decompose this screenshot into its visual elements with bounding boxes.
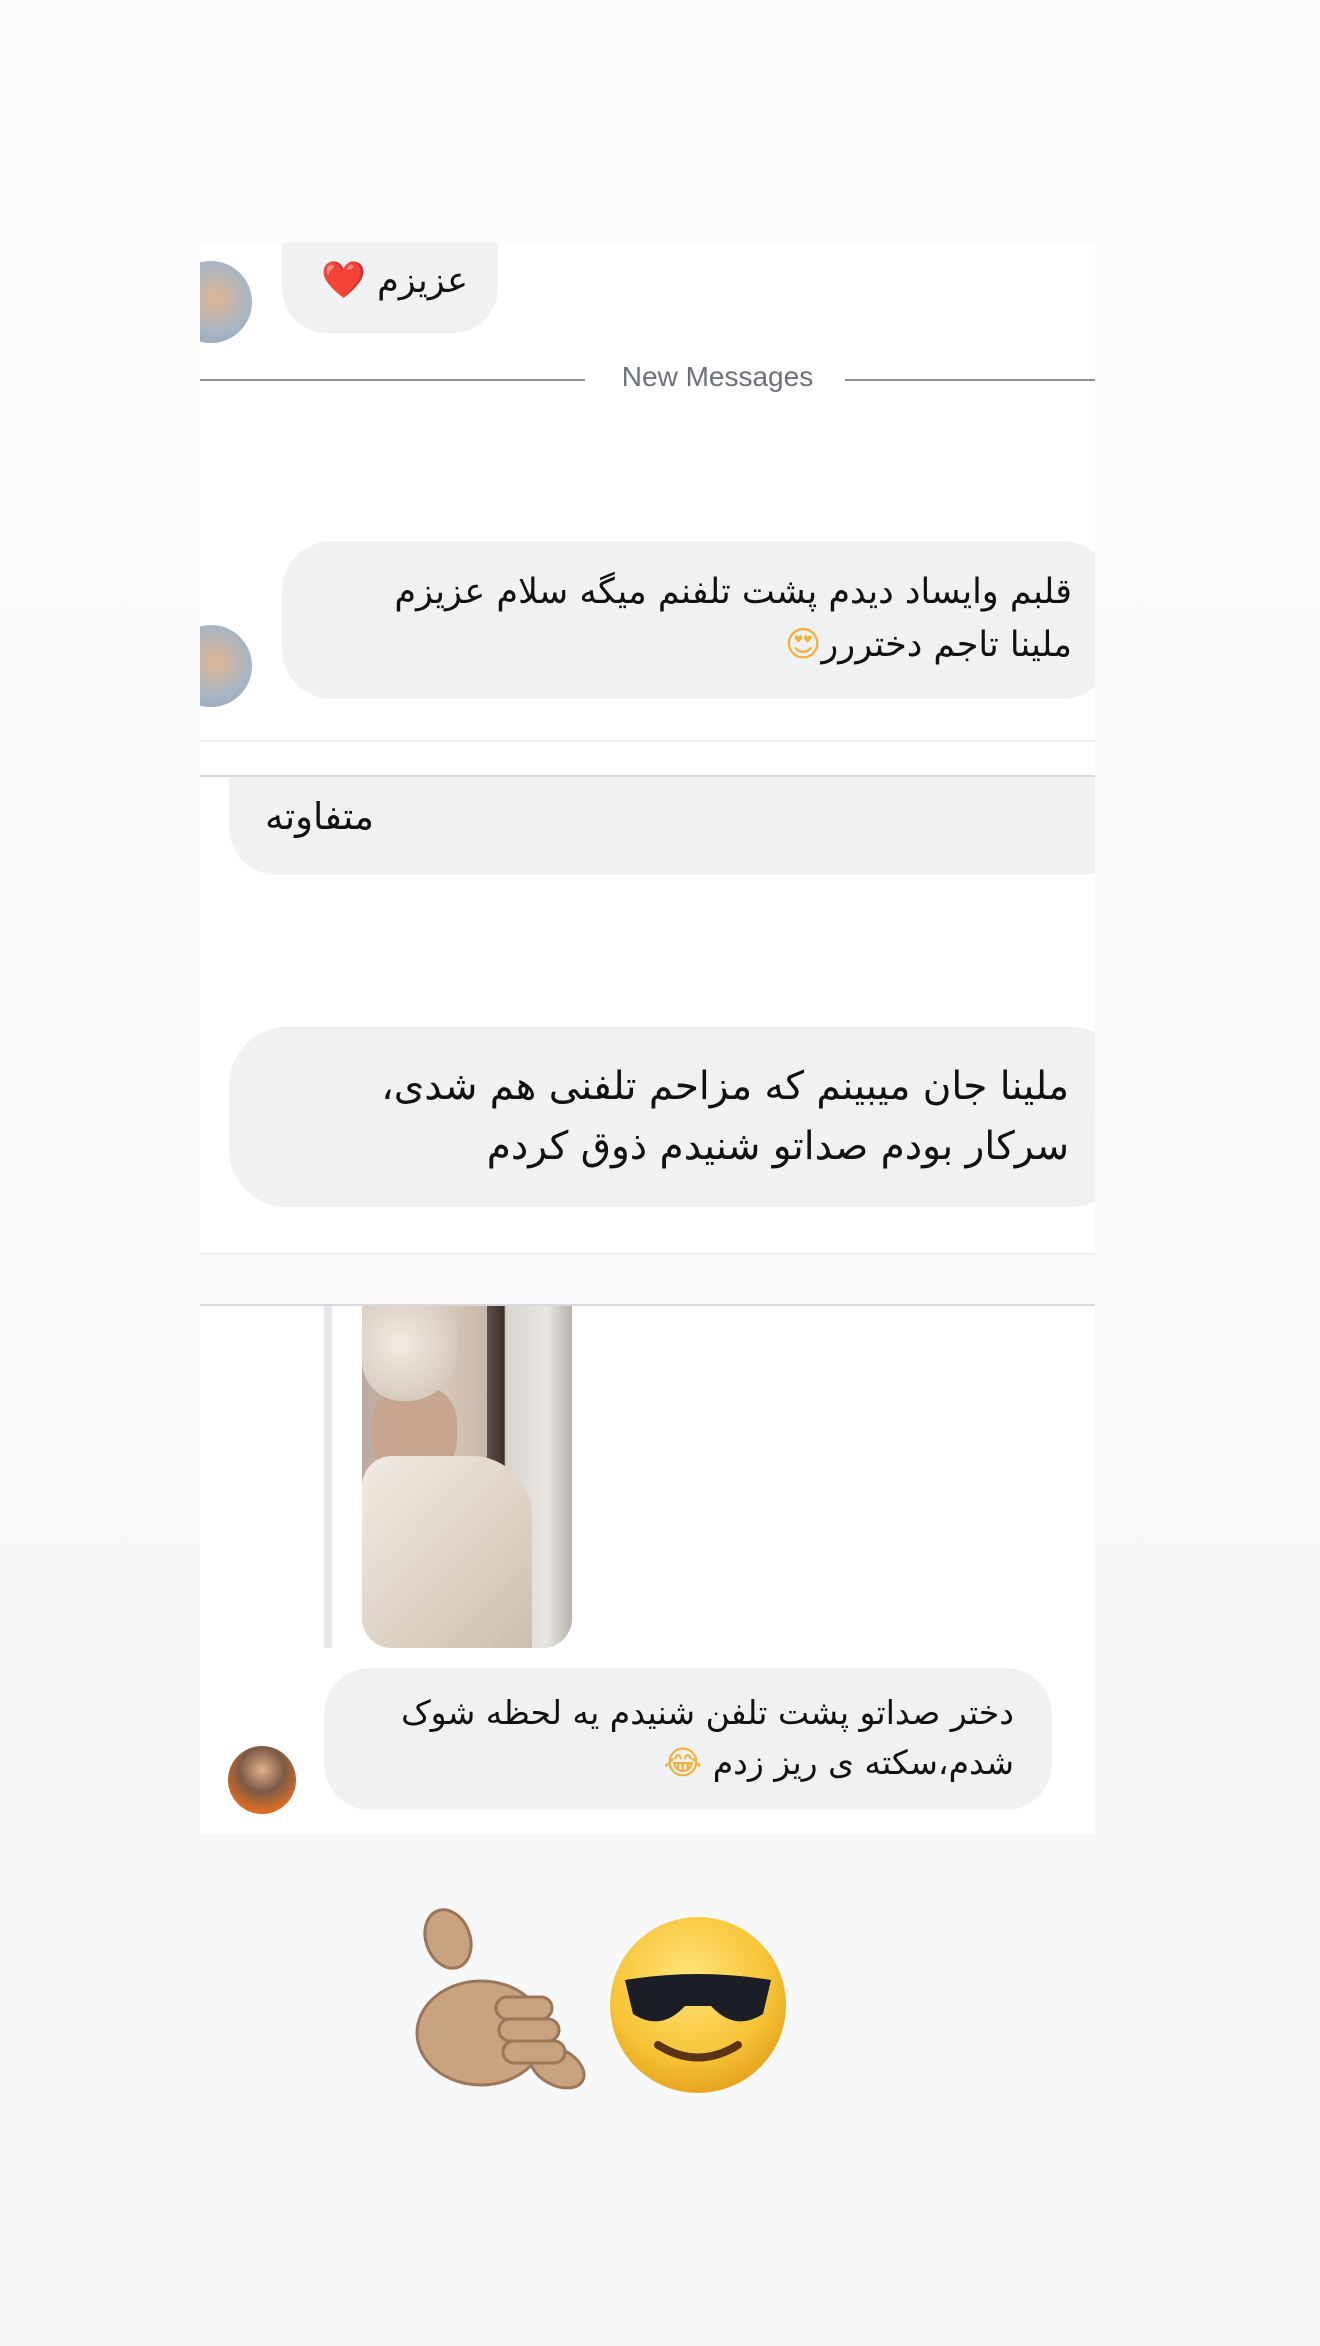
contact-avatar [228,1746,296,1814]
message-line-2: ملینا تاجم دختررر😍 [312,619,1072,672]
chat-screenshot-3: دختر صداتو پشت تلفن شنیدم یه لحظه شوک شد… [200,1304,1095,1834]
message-text: متفاوته [265,795,374,838]
divider-line-right [845,379,1095,381]
chat-screenshot-2: متفاوته ملینا جان میبینم که مزاحم تلفنی … [200,775,1095,1255]
message-line-2: سرکار بودم صداتو شنیدم ذوق کردم [486,1124,1069,1169]
heart-eyes-icon: 😍 [784,625,822,665]
shared-video-thumbnail[interactable] [362,1306,572,1648]
message-line-1: دختر صداتو پشت تلفن شنیدم یه لحظه شوک [401,1693,1014,1732]
call-me-hand-icon [415,1908,586,2090]
thumbnail-robe [362,1456,532,1648]
chat-screenshot-1: عزیزم ❤️ New Messages قلبم وایساد دیدم پ… [200,243,1095,778]
reply-indicator-bar [324,1306,332,1648]
divider-line-left [200,379,585,381]
new-messages-label: New Messages [595,361,840,393]
message-line-1: ملینا جان میبینم که مزاحم تلفنی هم شدی، [381,1064,1069,1109]
message-line-1: قلبم وایساد دیدم پشت تلفنم میگه سلام عزی… [394,572,1072,612]
contact-avatar [200,625,252,707]
divider [200,740,1095,742]
message-line-2: شدم،سکته ی ریز زدم 😂 [352,1738,1014,1788]
divider [200,1253,1095,1255]
message-bubble-1: عزیزم ❤️ [282,243,498,333]
contact-avatar [200,261,252,343]
message-line-2-text: ملینا تاجم دختررر [821,625,1072,665]
message-line-2-text: شدم،سکته ی ریز زدم [712,1743,1014,1782]
message-bubble-4: ملینا جان میبینم که مزاحم تلفنی هم شدی، … [229,1027,1095,1207]
message-text: عزیزم [377,261,468,301]
red-heart-icon: ❤️ [321,260,366,301]
message-bubble-3: متفاوته [229,777,1095,875]
message-bubble-2: قلبم وایساد دیدم پشت تلفنم میگه سلام عزی… [282,541,1095,699]
message-bubble-5: دختر صداتو پشت تلفن شنیدم یه لحظه شوک شد… [324,1668,1052,1810]
thumbnail-towel [362,1306,457,1401]
sunglasses-face-icon [610,1917,786,2093]
new-messages-divider: New Messages [200,361,1095,393]
tears-of-joy-icon: 😂 [663,1743,703,1782]
